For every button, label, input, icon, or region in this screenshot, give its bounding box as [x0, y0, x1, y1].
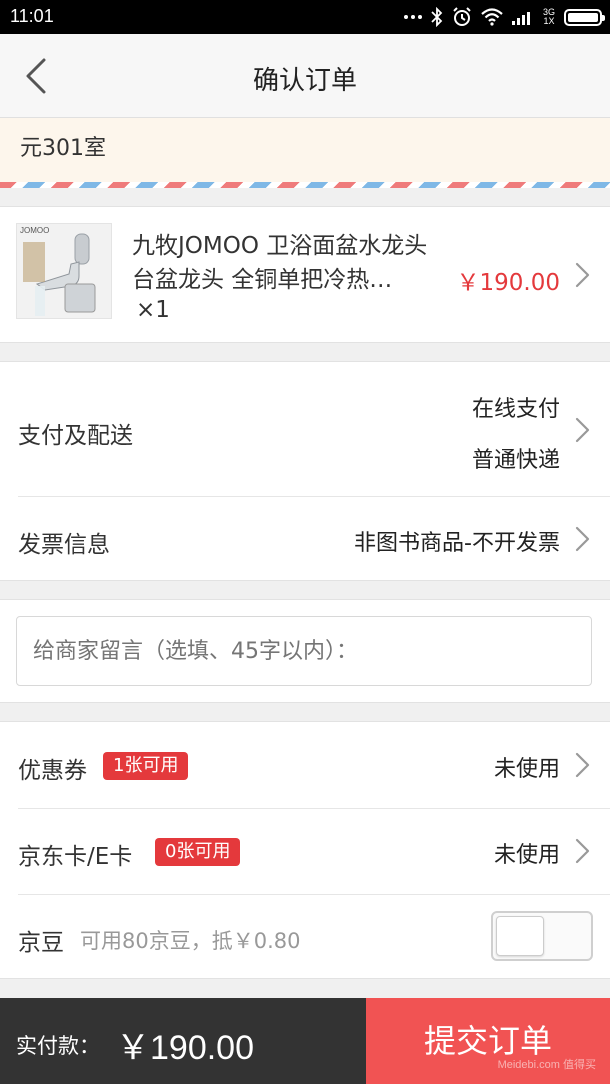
status-bar: 11:01 3G1X — [0, 0, 610, 34]
nav-bar: 确认订单 — [0, 34, 610, 118]
address-envelope-border — [0, 182, 610, 188]
divider — [18, 894, 610, 895]
discount-section: 优惠券 1张可用 未使用 京东卡/E卡 0张可用 未使用 京豆 可用80京豆，抵… — [0, 721, 610, 979]
payment-summary: 实付款： ￥190.00 — [0, 998, 366, 1084]
payment-delivery-label: 支付及配送 — [18, 416, 133, 450]
jd-card-row[interactable]: 京东卡/E卡 0张可用 未使用 — [0, 809, 610, 894]
product-name: 九牧JOMOO 卫浴面盆水龙头 台盆龙头 全铜单把冷热… — [132, 229, 452, 297]
coupon-label: 优惠券 — [18, 751, 87, 785]
checkout-bar: 实付款： ￥190.00 提交订单 Meidebi.com 值得买 — [0, 998, 610, 1084]
payment-method: 在线支付 — [472, 391, 560, 423]
invoice-row[interactable]: 发票信息 非图书商品-不开发票 — [0, 497, 610, 581]
coupon-row[interactable]: 优惠券 1张可用 未使用 — [0, 722, 610, 808]
jd-bean-hint: 可用80京豆，抵￥0.80 — [80, 925, 300, 955]
bluetooth-icon — [431, 7, 443, 27]
status-time: 11:01 — [10, 6, 54, 27]
address-text: 元301室 — [20, 130, 106, 162]
status-icons: 3G1X — [404, 5, 602, 29]
invoice-label: 发票信息 — [18, 525, 110, 559]
shipping-address[interactable]: 元301室 — [0, 118, 610, 182]
chevron-right-icon — [574, 837, 592, 865]
delivery-method: 普通快递 — [472, 442, 560, 474]
product-price: ￥190.00 — [457, 263, 560, 297]
chevron-right-icon — [574, 261, 592, 289]
pay-amount: ￥190.00 — [116, 1020, 254, 1069]
product-image: JOMOO — [16, 223, 112, 319]
jd-bean-label: 京豆 — [18, 923, 64, 957]
jd-bean-toggle[interactable] — [491, 911, 593, 961]
battery-icon — [564, 9, 602, 26]
jd-card-label: 京东卡/E卡 — [18, 837, 132, 871]
jd-card-available-badge: 0张可用 — [155, 838, 240, 866]
pay-label: 实付款： — [16, 1030, 100, 1060]
chevron-right-icon — [574, 525, 592, 553]
page-title: 确认订单 — [0, 60, 610, 97]
network-type-icon: 3G1X — [543, 8, 555, 26]
toggle-knob — [496, 916, 544, 956]
jd-card-value: 未使用 — [494, 837, 560, 869]
chevron-right-icon — [574, 751, 592, 779]
watermark: Meidebi.com 值得买 — [498, 1056, 596, 1072]
wifi-icon — [481, 8, 503, 26]
coupon-available-badge: 1张可用 — [103, 752, 188, 780]
payment-section: 支付及配送 在线支付 普通快递 发票信息 非图书商品-不开发票 — [0, 361, 610, 581]
chevron-right-icon — [574, 416, 592, 444]
product-item[interactable]: JOMOO 九牧JOMOO 卫浴面盆水龙头 台盆龙头 全铜单把冷热… ×1 ￥1… — [0, 206, 610, 343]
payment-delivery-row[interactable]: 支付及配送 在线支付 普通快递 — [0, 362, 610, 496]
coupon-value: 未使用 — [494, 751, 560, 783]
product-quantity: ×1 — [136, 297, 170, 323]
invoice-value: 非图书商品-不开发票 — [354, 525, 560, 557]
message-section — [0, 599, 610, 703]
seller-message-input[interactable] — [16, 616, 592, 686]
notification-dots-icon — [404, 15, 422, 19]
signal-icon — [512, 9, 534, 25]
alarm-icon — [452, 7, 472, 27]
brand-logo: JOMOO — [20, 226, 49, 235]
